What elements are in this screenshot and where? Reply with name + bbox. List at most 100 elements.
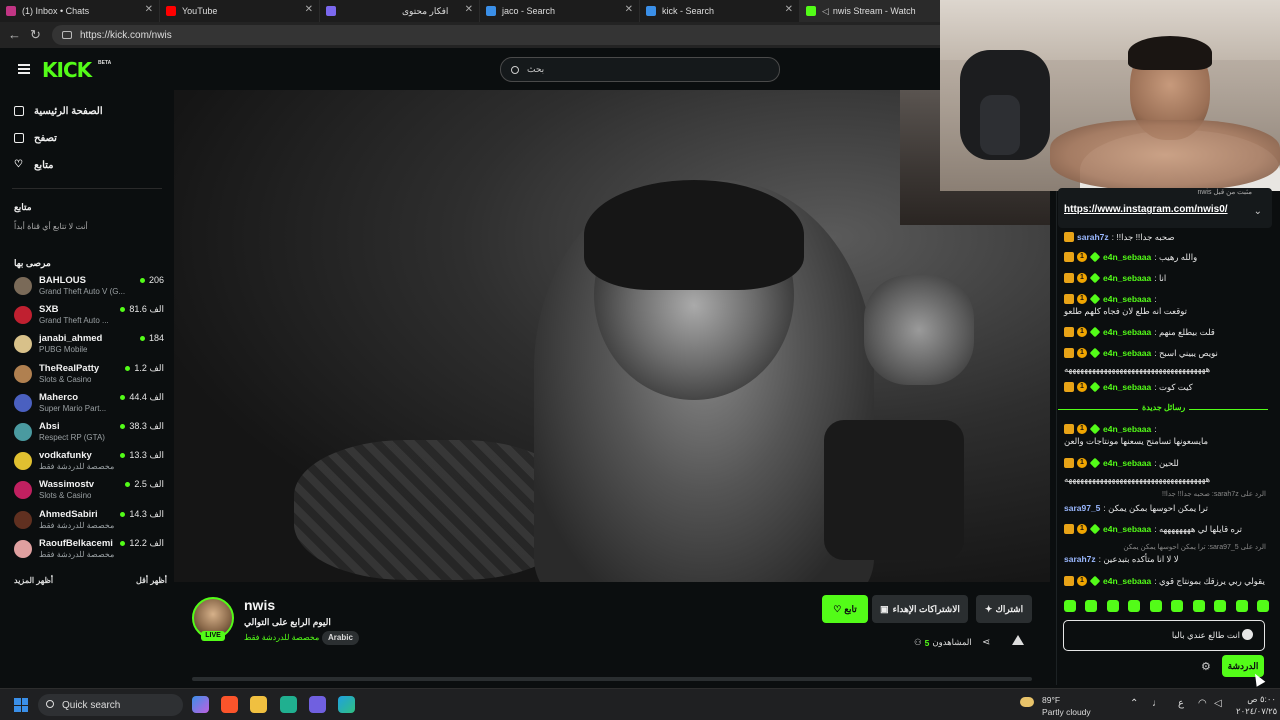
- brave-icon[interactable]: [221, 696, 238, 713]
- chat-input[interactable]: انت طالع عندي بالبا: [1063, 620, 1265, 651]
- chat-username[interactable]: e4n_sebaaa: [1103, 381, 1151, 393]
- discord-icon[interactable]: [309, 696, 326, 713]
- close-tab-icon[interactable]: ✕: [625, 4, 633, 15]
- sidebar-item-home[interactable]: الصفحة الرئيسية: [14, 102, 103, 120]
- emote-icon[interactable]: [1171, 600, 1184, 612]
- reply-reference[interactable]: الرد على sara97_5: ترا يمكن احوسها يمكن …: [1066, 543, 1266, 551]
- channel-item[interactable]: vodkafunky مخصصة للدردشة فقط 13.3 الف: [14, 449, 164, 475]
- copilot-icon[interactable]: [192, 696, 209, 713]
- close-tab-icon[interactable]: ✕: [305, 4, 313, 15]
- back-icon[interactable]: ←: [8, 27, 21, 42]
- folder-icon[interactable]: [250, 696, 267, 713]
- chat-message[interactable]: sarah7z: صحبه جدا!! جدا!!: [1064, 231, 1269, 243]
- chat-username[interactable]: e4n_sebaaa: [1103, 575, 1151, 587]
- emote-icon[interactable]: [1064, 600, 1076, 612]
- channel-item[interactable]: TheRealPatty Slots & Casino 1.2 الف: [14, 362, 164, 388]
- browser-tab[interactable]: (1) Inbox • Chats ✕: [0, 0, 160, 22]
- chat-username[interactable]: e4n_sebaaa: [1103, 293, 1151, 305]
- url-field[interactable]: https://kick.com/nwis: [52, 25, 952, 45]
- chat-username[interactable]: e4n_sebaaa: [1103, 423, 1151, 435]
- windows-start-icon[interactable]: [14, 698, 28, 712]
- chat-username[interactable]: e4n_sebaaa: [1103, 457, 1151, 469]
- language-tag[interactable]: Arabic: [322, 631, 359, 645]
- horizontal-scrollbar[interactable]: [192, 677, 1032, 681]
- chat-message[interactable]: 1 e4n_sebaaa: مايسعونها تسامنح يسعنها مون…: [1064, 423, 1269, 447]
- gift-subs-button[interactable]: ▣ الاشتراكات الإهداء: [872, 595, 968, 623]
- clock[interactable]: ٥:٠٠ ص ٢٠٢٤/٠٧/٢٥: [1236, 693, 1277, 717]
- channel-item[interactable]: BAHLOUS Grand Theft Auto V (G... 206: [14, 274, 164, 300]
- share-icon[interactable]: ⋖: [982, 637, 990, 648]
- chat-username[interactable]: e4n_sebaaa: [1103, 326, 1151, 338]
- chat-message[interactable]: 1 e4n_sebaaa: للحين: [1064, 457, 1269, 469]
- chat-username[interactable]: sarah7z: [1064, 553, 1096, 565]
- pinned-message[interactable]: مثبت من قبل nwis https://www.instagram.c…: [1058, 188, 1272, 228]
- chat-message[interactable]: ههههههههههههههههههههههههههههههههههههه: [1064, 363, 1269, 375]
- close-tab-icon[interactable]: ✕: [465, 4, 473, 15]
- channel-item[interactable]: RaoufBelkacemi مخصصة للدردشة فقط 12.2 الف: [14, 537, 164, 563]
- browser-tab-active[interactable]: ◁ nwis Stream - Watch: [800, 0, 960, 22]
- browser-tab[interactable]: kick - Search ✕: [640, 0, 800, 22]
- chat-message[interactable]: 1 e4n_sebaaa: والله رهيب: [1064, 251, 1269, 263]
- chevron-up-icon[interactable]: ⌃: [1130, 698, 1138, 709]
- taskbar-search[interactable]: Quick search: [38, 694, 183, 716]
- stream-category[interactable]: مخصصة للدردشة فقط: [244, 633, 319, 642]
- streamer-name[interactable]: nwis: [244, 597, 275, 613]
- volume-icon[interactable]: ◁: [1214, 698, 1222, 709]
- emote-icon[interactable]: [1149, 600, 1162, 612]
- browser-tab[interactable]: YouTube ✕: [160, 0, 320, 22]
- chat-username[interactable]: e4n_sebaaa: [1103, 251, 1151, 263]
- chat-username[interactable]: e4n_sebaaa: [1103, 272, 1151, 284]
- chat-message[interactable]: 1 e4n_sebaaa: كيت كوت: [1064, 381, 1269, 393]
- chat-message[interactable]: 1 e4n_sebaaa: قلت بيطلع منهم: [1064, 326, 1269, 338]
- chat-username[interactable]: sarah7z: [1077, 231, 1109, 243]
- chat-username[interactable]: e4n_sebaaa: [1103, 347, 1151, 359]
- search-input[interactable]: بحث: [500, 57, 780, 82]
- emote-icon[interactable]: [1106, 600, 1119, 612]
- browser-tab[interactable]: jaco - Search ✕: [480, 0, 640, 22]
- channel-item[interactable]: Wassimostv Slots & Casino 2.5 الف: [14, 478, 164, 504]
- edge-icon[interactable]: [338, 696, 355, 713]
- chat-message[interactable]: 1 e4n_sebaaa: توقعت انه طلع لان فجاه كلهم…: [1064, 293, 1269, 317]
- chat-username[interactable]: e4n_sebaaa: [1103, 523, 1151, 535]
- close-tab-icon[interactable]: ✕: [145, 4, 153, 15]
- wifi-icon[interactable]: ◠: [1198, 698, 1207, 709]
- chat-message[interactable]: sara97_5: ترا يمكن احوسها بمكن يمكن: [1064, 502, 1269, 514]
- emoji-icon[interactable]: [1242, 629, 1253, 640]
- report-icon[interactable]: [1012, 635, 1024, 645]
- chat-message[interactable]: 1 e4n_sebaaa: تره قايلها لي ههههههههه: [1064, 523, 1269, 535]
- chat-message[interactable]: 1 e4n_sebaaa: نويص يبيني اسبح: [1064, 347, 1269, 359]
- chat-message[interactable]: 1 e4n_sebaaa: انا: [1064, 272, 1269, 284]
- emote-icon[interactable]: [1128, 600, 1141, 612]
- language-indicator[interactable]: ع: [1178, 698, 1184, 709]
- chat-username[interactable]: sara97_5: [1064, 502, 1100, 514]
- reload-icon[interactable]: ↻: [30, 27, 41, 43]
- emote-icon[interactable]: [1214, 600, 1227, 612]
- emote-icon[interactable]: [1085, 600, 1098, 612]
- close-tab-icon[interactable]: ✕: [785, 4, 793, 15]
- chevron-down-icon[interactable]: ⌄: [1254, 206, 1262, 217]
- app-icon[interactable]: [280, 696, 297, 713]
- pinned-link[interactable]: https://www.instagram.com/nwis0/: [1064, 204, 1228, 215]
- channel-item[interactable]: Absi Respect RP (GTA) 38.3 الف: [14, 420, 164, 446]
- sidebar-item-following[interactable]: متابع ♡: [14, 156, 54, 174]
- emote-icon[interactable]: [1256, 600, 1269, 612]
- microphone-icon[interactable]: ♩: [1152, 698, 1162, 709]
- channel-item[interactable]: Maherco Super Mario Part... 44.4 الف: [14, 391, 164, 417]
- follow-button[interactable]: ♡ تابع: [822, 595, 868, 623]
- chat-message[interactable]: ههههههههههههههههههههههههههههههههههههه: [1064, 473, 1269, 485]
- gear-icon[interactable]: ⚙: [1201, 660, 1211, 673]
- subscribe-button[interactable]: ✦ اشتراك: [976, 595, 1032, 623]
- channel-item[interactable]: janabi_ahmed PUBG Mobile 184: [14, 332, 164, 358]
- show-more-link[interactable]: أظهر المزيد: [14, 576, 53, 585]
- chat-message[interactable]: 1 e4n_sebaaa: يقولي ربي يرزقك بمونتاج قوي: [1064, 575, 1269, 587]
- chat-message[interactable]: sarah7z: لا لا انا متأكده بتبدعين: [1064, 553, 1269, 565]
- emote-icon[interactable]: [1192, 600, 1205, 612]
- menu-icon[interactable]: [18, 64, 30, 74]
- channel-item[interactable]: AhmedSabiri مخصصة للدردشة فقط 14.3 الف: [14, 508, 164, 534]
- show-less-link[interactable]: أظهر أقل: [136, 576, 167, 585]
- sidebar-item-browse[interactable]: تصفح: [14, 129, 57, 147]
- browser-tab[interactable]: افكار محتوى ✕: [320, 0, 480, 22]
- emote-icon[interactable]: [1235, 600, 1248, 612]
- channel-item[interactable]: SXB Grand Theft Auto ... 81.6 الف: [14, 303, 164, 329]
- kick-logo[interactable]: KICK: [42, 58, 92, 82]
